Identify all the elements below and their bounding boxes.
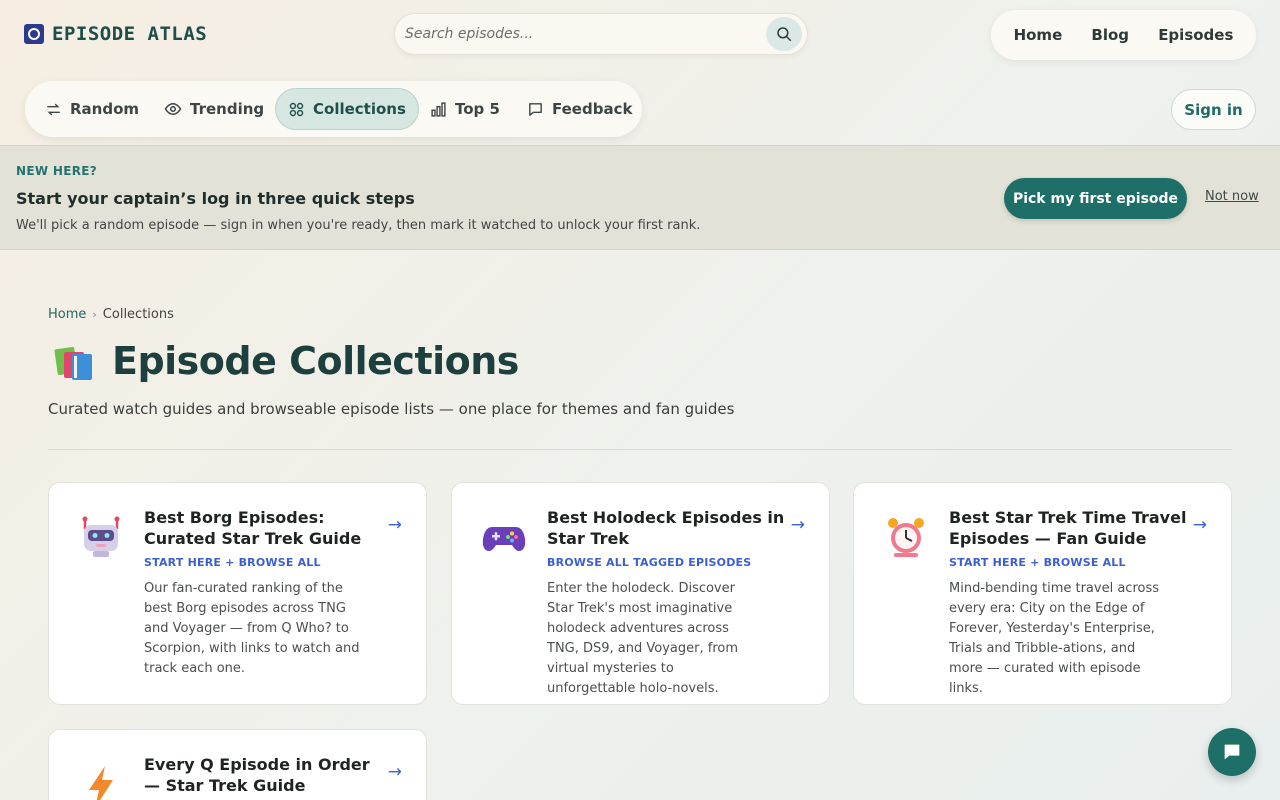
logo-icon [24, 24, 44, 44]
alarm-clock-icon [888, 518, 924, 557]
nav-episodes-link[interactable]: Episodes [1158, 26, 1233, 44]
subnav-item-label: Top 5 [455, 100, 500, 118]
nav-home-link[interactable]: Home [1014, 26, 1063, 44]
collection-card-time-travel[interactable]: Best Star Trek Time Travel Episodes — Fa… [853, 482, 1232, 705]
eye-icon [164, 102, 182, 116]
subnav-item-label: Trending [190, 100, 265, 118]
site-header: EPISODE ATLAS Home Blog Episodes Random … [0, 0, 1280, 145]
search-icon [777, 27, 792, 42]
robot-icon [82, 516, 120, 557]
page-subtitle: Curated watch guides and browseable epis… [48, 400, 735, 418]
banner-title: Start your captain’s log in three quick … [16, 189, 415, 208]
subnav-item-label: Random [70, 100, 140, 118]
card-title: Best Borg Episodes: Curated Star Trek Gu… [144, 508, 362, 548]
sign-in-button[interactable]: Sign in [1171, 89, 1256, 130]
not-now-link[interactable]: Not now [1205, 189, 1259, 204]
card-title: Best Star Trek Time Travel Episodes — Fa… [949, 508, 1187, 548]
collection-card-q[interactable]: Every Q Episode in Order — Star Trek Gui… [48, 729, 427, 800]
section-divider [48, 449, 1232, 450]
brand-logo[interactable]: EPISODE ATLAS [24, 23, 207, 45]
subnav-item-random[interactable]: Random [33, 88, 151, 130]
subnav-item-collections[interactable]: Collections [275, 88, 419, 130]
lightning-icon [89, 766, 113, 800]
page-title-row: Episode Collections [52, 338, 519, 384]
top-navigation: Home Blog Episodes [991, 10, 1256, 60]
card-tag: START HERE + BROWSE ALL [949, 556, 1126, 569]
collection-card-holodeck[interactable]: Best Holodeck Episodes in Star Trek → BR… [451, 482, 830, 705]
card-description: Enter the holodeck. Discover Star Trek's… [547, 581, 739, 696]
collection-card-borg[interactable]: Best Borg Episodes: Curated Star Trek Gu… [48, 482, 427, 705]
section-navigation: Random Trending Collections Top 5 Feedba… [25, 81, 642, 137]
arrow-right-icon: → [387, 515, 402, 535]
books-icon [54, 346, 92, 380]
nav-blog-link[interactable]: Blog [1091, 26, 1129, 44]
bar-chart-icon [431, 101, 446, 117]
card-description: Mind-bending time travel across every er… [949, 581, 1160, 696]
chat-button[interactable] [1208, 728, 1256, 776]
message-icon [529, 102, 542, 116]
pick-first-episode-button[interactable]: Pick my first episode [1004, 178, 1187, 219]
card-tag: START HERE + BROWSE ALL [144, 556, 321, 569]
shuffle-icon [47, 103, 60, 115]
grid-icon [289, 102, 304, 116]
subnav-item-top5[interactable]: Top 5 [418, 88, 512, 130]
subnav-item-label: Collections [313, 100, 406, 118]
card-title: Best Holodeck Episodes in Star Trek [547, 508, 785, 548]
breadcrumb-current: Collections [102, 307, 174, 322]
banner-kicker: NEW HERE? [16, 164, 97, 178]
arrow-right-icon: → [387, 762, 402, 782]
chat-bubble-icon [1224, 744, 1240, 760]
card-description: Our fan-curated ranking of the best Borg… [144, 581, 360, 676]
breadcrumb: Home › Collections [48, 307, 174, 322]
page-title: Episode Collections [112, 339, 519, 383]
arrow-right-icon: → [790, 515, 805, 535]
brand-name: EPISODE ATLAS [52, 23, 208, 45]
breadcrumb-separator: › [92, 308, 97, 321]
breadcrumb-home-link[interactable]: Home [48, 307, 86, 322]
search-bar [394, 13, 808, 55]
search-button[interactable] [766, 17, 802, 51]
subnav-item-feedback[interactable]: Feedback [515, 88, 644, 130]
onboarding-banner: NEW HERE? Start your captain’s log in th… [0, 145, 1280, 250]
subnav-item-label: Feedback [552, 100, 633, 118]
card-title: Every Q Episode in Order — Star Trek Gui… [144, 755, 370, 795]
search-input[interactable] [405, 22, 745, 46]
game-controller-icon [482, 527, 526, 551]
card-tag: BROWSE ALL TAGGED EPISODES [547, 556, 752, 569]
arrow-right-icon: → [1192, 515, 1207, 535]
subnav-item-trending[interactable]: Trending [152, 88, 276, 130]
banner-text: We'll pick a random episode — sign in wh… [16, 218, 701, 233]
